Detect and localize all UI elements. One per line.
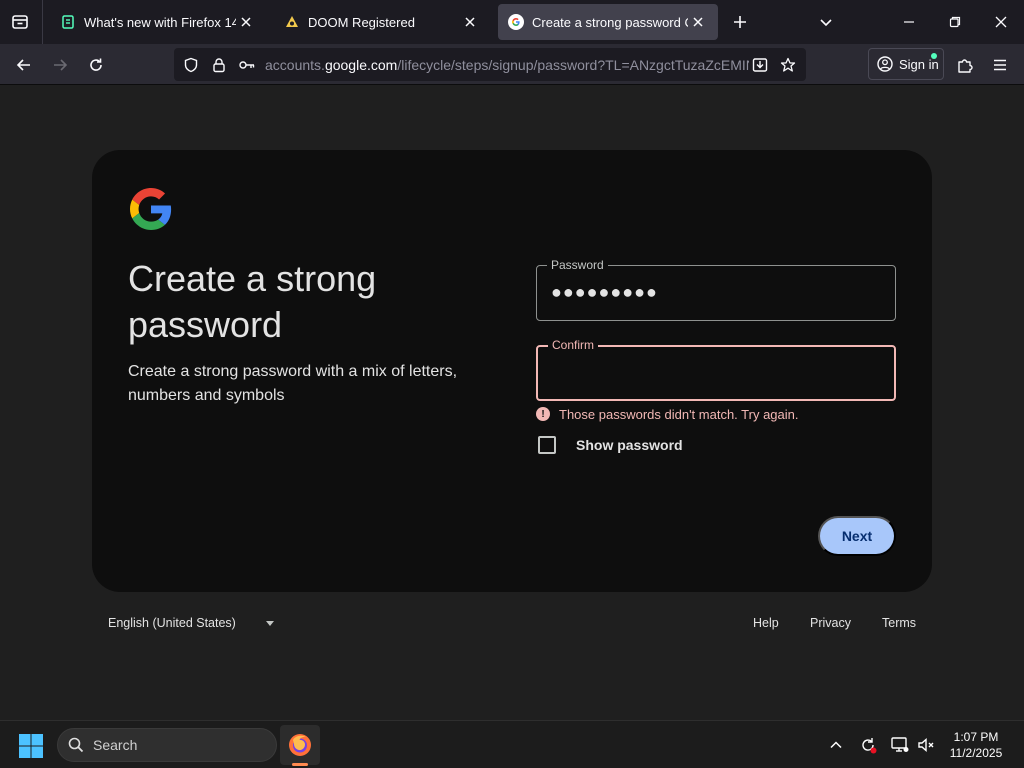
firefox-icon: [289, 734, 311, 756]
confirm-field-label: Confirm: [548, 337, 599, 353]
close-icon[interactable]: [688, 12, 708, 32]
close-window-button[interactable]: [978, 0, 1024, 44]
tab-firefox-whats-new[interactable]: What's new with Firefox 144: [50, 4, 266, 40]
language-select[interactable]: English (United States): [108, 616, 274, 630]
next-button[interactable]: Next: [818, 516, 896, 556]
search-label: Search: [93, 737, 138, 753]
list-all-tabs-button[interactable]: [812, 8, 840, 36]
lock-icon[interactable]: [208, 54, 230, 76]
error-icon: !: [536, 407, 550, 421]
url-prefix: accounts.: [265, 57, 325, 73]
sync-status-icon[interactable]: [858, 735, 878, 755]
restore-icon: [949, 16, 961, 28]
account-sign-in-button[interactable]: Sign in: [868, 48, 944, 80]
volume-muted-icon[interactable]: [916, 735, 936, 755]
caret-down-icon: [265, 620, 274, 626]
bookmark-star-icon[interactable]: [777, 54, 799, 76]
url-text[interactable]: accounts.google.com/lifecycle/steps/sign…: [265, 57, 749, 73]
terms-link[interactable]: Terms: [882, 616, 916, 630]
doom-icon: [284, 14, 300, 30]
show-password-checkbox[interactable]: [538, 436, 556, 454]
show-password-toggle[interactable]: Show password: [538, 435, 683, 455]
tab-title: DOOM Registered: [308, 14, 415, 30]
error-message: Those passwords didn't match. Try again.: [559, 406, 799, 422]
password-masked-value: ●●●●●●●●●: [551, 282, 658, 302]
arrow-left-icon: [16, 59, 30, 71]
privacy-link[interactable]: Privacy: [810, 616, 851, 630]
signup-card: Create a strong password Create a strong…: [92, 150, 932, 592]
taskbar-firefox-app[interactable]: [280, 725, 320, 765]
forward-button[interactable]: [45, 50, 75, 80]
extensions-button[interactable]: [950, 50, 980, 80]
shield-icon[interactable]: [180, 54, 202, 76]
network-icon[interactable]: [890, 735, 910, 755]
back-button[interactable]: [9, 50, 39, 80]
system-clock[interactable]: 1:07 PM 11/2/2025: [940, 729, 1012, 761]
running-app-indicator: [292, 763, 308, 766]
puzzle-piece-icon: [958, 59, 973, 73]
chevron-down-icon: [820, 19, 832, 27]
clock-date: 11/2/2025: [949, 746, 1003, 760]
save-to-pocket-icon[interactable]: [749, 54, 771, 76]
tab-strip: What's new with Firefox 144 DOOM Registe…: [0, 0, 1024, 44]
reload-button[interactable]: [81, 50, 111, 80]
tab-title: Create a strong password Create a strong…: [532, 14, 688, 30]
taskbar: Search 1:07 PM 11/2/2025: [0, 720, 1024, 768]
app-menu-button[interactable]: [985, 50, 1015, 80]
key-icon[interactable]: [236, 54, 258, 76]
notification-dot: [931, 53, 937, 59]
google-g-icon: [508, 14, 524, 30]
start-button[interactable]: [18, 733, 44, 759]
tab-create-password[interactable]: Create a strong password Create a strong…: [498, 4, 718, 40]
firefox-view-button[interactable]: [6, 8, 34, 36]
language-select-value: English (United States): [108, 616, 236, 630]
address-bar[interactable]: accounts.google.com/lifecycle/steps/sign…: [174, 48, 806, 81]
tab-separator: [42, 0, 43, 44]
navigation-toolbar: accounts.google.com/lifecycle/steps/sign…: [0, 44, 1024, 85]
page-footer: English (United States) Help Privacy Ter…: [92, 610, 932, 640]
hamburger-menu-icon: [994, 59, 1006, 71]
restore-button[interactable]: [932, 0, 978, 44]
firefox-view-icon: [12, 15, 28, 29]
url-path: /lifecycle/steps/signup/password?TL=ANzg…: [397, 57, 749, 73]
close-icon[interactable]: [460, 12, 480, 32]
plus-icon: [734, 16, 746, 28]
firefox-notes-icon: [60, 14, 76, 30]
reload-icon: [90, 58, 102, 71]
password-field[interactable]: Password ●●●●●●●●●: [536, 257, 896, 321]
close-icon: [995, 16, 1007, 28]
search-icon: [68, 737, 84, 753]
help-link[interactable]: Help: [753, 616, 779, 630]
close-icon[interactable]: [236, 12, 256, 32]
account-icon: [877, 56, 893, 72]
show-password-label: Show password: [576, 437, 683, 453]
arrow-right-icon: [54, 59, 68, 71]
password-error: ! Those passwords didn't match. Try agai…: [536, 405, 798, 423]
confirm-password-field[interactable]: Confirm: [536, 337, 896, 401]
confirm-password-input[interactable]: [552, 359, 882, 387]
taskbar-search[interactable]: Search: [57, 728, 277, 762]
password-field-label: Password: [547, 257, 608, 273]
new-tab-button[interactable]: [726, 8, 754, 36]
clock-time: 1:07 PM: [953, 730, 999, 744]
page-description: Create a strong password with a mix of l…: [128, 363, 458, 404]
google-logo: [130, 188, 172, 230]
minimize-button[interactable]: [886, 0, 932, 44]
show-hidden-icons-chevron-up-icon[interactable]: [826, 735, 846, 755]
page-title: Create a strong password: [128, 258, 377, 345]
tab-title: What's new with Firefox 144: [84, 14, 236, 30]
tab-doom-registered[interactable]: DOOM Registered: [274, 4, 490, 40]
url-host: google.com: [324, 57, 398, 73]
windows-logo-icon: [19, 734, 43, 758]
minimize-icon: [904, 21, 914, 23]
